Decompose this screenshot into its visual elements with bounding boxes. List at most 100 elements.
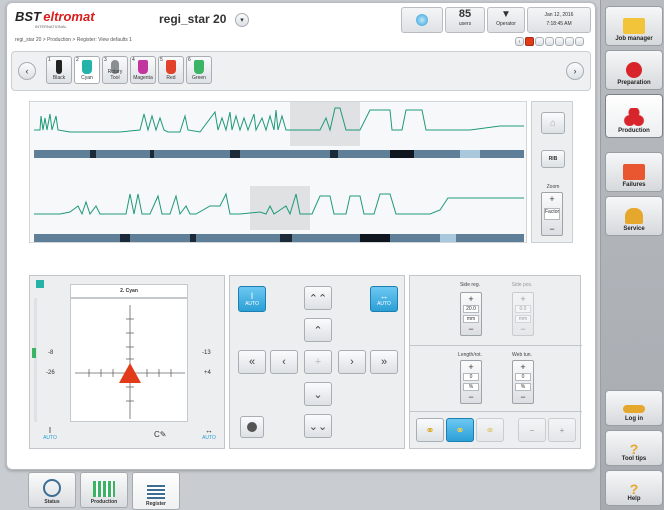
tab-status[interactable]: Status — [28, 472, 76, 508]
sidebar-item-job-manager[interactable]: Job manager — [605, 6, 663, 46]
link-icon[interactable]: C✎ — [154, 430, 166, 439]
right-top-value: -13 — [202, 350, 211, 356]
datetime: Jan 12, 2016 7:18:45 AM — [527, 7, 591, 33]
signal-graph-area — [29, 101, 527, 243]
tool-red[interactable]: 5 Red — [158, 56, 184, 84]
tool-green-icon — [194, 60, 204, 74]
link-icon: ⚭ — [425, 424, 435, 437]
page-button[interactable] — [565, 37, 574, 46]
page-button[interactable] — [575, 37, 584, 46]
chevron-left-icon: ‹ — [282, 356, 286, 368]
minus-icon: − — [468, 323, 474, 334]
sidebar-item-production[interactable]: Production — [605, 94, 663, 138]
sidebar-item-preparation[interactable]: Preparation — [605, 50, 663, 90]
sidebar-item-service[interactable]: Service — [605, 196, 663, 236]
chevron-left-icon: ‹ — [25, 66, 29, 76]
auto-label: AUTO — [377, 301, 391, 307]
double-chevron-left-icon: « — [248, 356, 256, 368]
move-right-fast-button[interactable]: » — [370, 350, 398, 374]
tool-label: Black — [52, 75, 66, 81]
side-reg-stepper[interactable]: + 20.0 mm − — [460, 292, 482, 336]
page-button[interactable] — [545, 37, 554, 46]
link-active-button[interactable]: ⚭ — [446, 418, 474, 442]
failures-icon — [623, 164, 645, 180]
color-swatch — [36, 280, 44, 288]
sidebar-item-tool-tips[interactable]: ? Tool tips — [605, 430, 663, 466]
length-stepper[interactable]: + 0 % − — [460, 360, 482, 404]
sidebar-item-help[interactable]: ? Help — [605, 470, 663, 506]
tool-black[interactable]: 1 Black — [46, 56, 72, 84]
side-pos-stepper[interactable]: + 0.0 mm − — [512, 292, 534, 336]
auto-vertical-button[interactable]: I AUTO — [238, 286, 266, 312]
scroll-right-button[interactable]: › — [566, 62, 584, 80]
move-right-button[interactable]: › — [338, 350, 366, 374]
sidebar-item-login[interactable]: Log in — [605, 390, 663, 426]
double-chevron-down-icon: ⌄⌄ — [308, 420, 328, 433]
page-button[interactable] — [535, 37, 544, 46]
move-left-button[interactable]: ‹ — [270, 350, 298, 374]
tool-green[interactable]: 6 Green — [186, 56, 212, 84]
page-button[interactable] — [555, 37, 564, 46]
tool-rotary[interactable]: 3 Rotary Tool — [102, 56, 128, 84]
tool-magenta[interactable]: 4 Magenta — [130, 56, 156, 84]
chevron-right-icon: › — [573, 66, 577, 76]
color-strip-top — [34, 150, 524, 158]
params-panel: Side reg. + 20.0 mm − Side pos. + 0.0 mm… — [409, 275, 582, 449]
vertical-icon: I — [48, 426, 52, 435]
tool-cyan[interactable]: 2 Cyan — [74, 56, 100, 84]
service-icon — [625, 208, 643, 224]
length-unit: % — [463, 382, 479, 391]
move-up-button[interactable]: ⌃ — [304, 318, 332, 342]
status-indicator[interactable] — [401, 7, 443, 33]
sidebar-item-failures[interactable]: Failures — [605, 152, 663, 192]
web-unit: % — [515, 382, 531, 391]
tab-register[interactable]: Register — [132, 472, 180, 510]
scroll-left-button[interactable]: ‹ — [18, 62, 36, 80]
tool-magenta-icon — [138, 60, 148, 74]
unlink-button[interactable]: ⚭ — [476, 418, 504, 442]
highlight-window-bottom — [250, 186, 310, 230]
unlink-icon: ⚭ — [485, 424, 495, 437]
auto-left-label: AUTO — [43, 435, 57, 441]
signal-graphs — [34, 102, 524, 242]
move-down-fast-button[interactable]: ⌄⌄ — [304, 414, 332, 438]
side-pos-value: 0.0 — [515, 305, 531, 314]
link-mode-button[interactable]: ⚭ — [416, 418, 444, 442]
zoom-label: Zoom — [546, 184, 560, 190]
highlight-window-top — [290, 102, 360, 146]
job-dropdown-button[interactable]: ▾ — [235, 13, 249, 27]
rib-button[interactable]: RIB — [541, 150, 565, 168]
tool-number: 6 — [188, 57, 191, 63]
tool-label: Magenta — [133, 75, 153, 81]
move-up-fast-button[interactable]: ⌃⌃ — [304, 286, 332, 310]
tool-number: 5 — [160, 57, 163, 63]
web-stepper[interactable]: + 0 % − — [512, 360, 534, 404]
page-active-button[interactable] — [525, 37, 534, 46]
tool-label: Rotary Tool — [107, 69, 123, 81]
folder-icon — [623, 18, 645, 34]
tab-label: Production — [90, 499, 118, 505]
home-button[interactable]: ⌂ — [541, 112, 565, 134]
breadcrumb: regi_star 20 > Production > Register: Vi… — [15, 37, 132, 43]
page-prev-button[interactable]: ‹ — [515, 37, 524, 46]
minus-button[interactable]: − — [518, 418, 546, 442]
tab-production[interactable]: Production — [80, 472, 128, 508]
sidebar-item-label: Production — [618, 128, 650, 134]
move-down-button[interactable]: ⌄ — [304, 382, 332, 406]
counter-value: 85 — [458, 8, 472, 20]
stop-button[interactable] — [240, 416, 264, 438]
brand-suffix: eltromat — [43, 9, 95, 24]
auto-horizontal-button[interactable]: ↔ AUTO — [370, 286, 398, 312]
minus-icon: − — [520, 391, 526, 402]
preparation-icon — [626, 62, 642, 78]
center-button[interactable]: + — [304, 350, 332, 374]
operator-button[interactable]: ▼ Operator — [487, 7, 525, 33]
tool-red-icon — [166, 60, 176, 74]
zoom-stepper[interactable]: + Factor − — [541, 192, 563, 236]
tab-label: Register — [145, 501, 166, 507]
plus-button[interactable]: + — [548, 418, 576, 442]
operator-label: Operator — [496, 21, 516, 27]
move-left-fast-button[interactable]: « — [238, 350, 266, 374]
nav-panel: I AUTO ↔ AUTO ⌃⌃ ⌃ « ‹ + › » ⌄ ⌄⌄ — [229, 275, 405, 449]
tab-label: Status — [44, 499, 60, 505]
